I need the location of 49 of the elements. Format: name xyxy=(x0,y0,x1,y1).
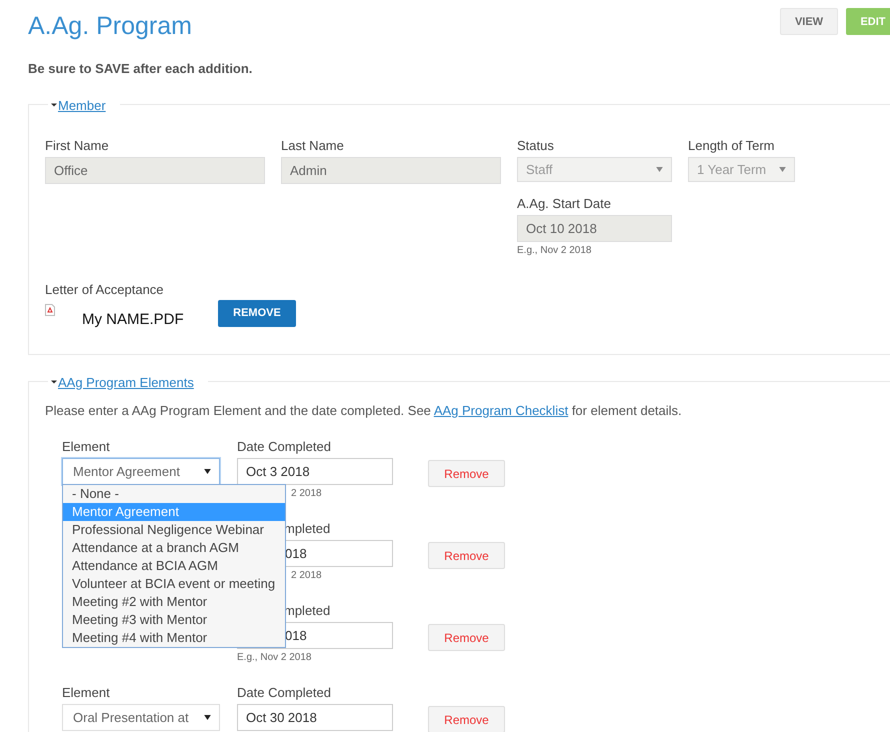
input-field[interactable]: Oct 10 2018 xyxy=(517,215,672,242)
input-field[interactable]: Office xyxy=(45,157,265,184)
pdf-file-icon xyxy=(45,304,55,316)
field-label: Length of Term xyxy=(688,138,776,153)
dropdown-caret-icon xyxy=(204,715,211,720)
file-name: My NAME.PDF xyxy=(82,311,185,328)
remove-button[interactable]: Remove xyxy=(428,460,505,487)
instruction-text: Please enter a AAg Program Element and the date completed. See xyxy=(45,403,432,418)
dropdown-caret-icon xyxy=(656,167,663,172)
instruction-text: for element details. xyxy=(570,403,682,418)
menu-option[interactable]: - None - xyxy=(63,485,285,503)
checklist-link[interactable]: AAg Program Checklist xyxy=(434,403,568,418)
collapse-caret-icon xyxy=(51,379,57,385)
date-field[interactable]: Oct 3 2018 xyxy=(237,458,393,485)
field-label: Date Completed xyxy=(237,685,332,700)
mode-button[interactable]: VIEW xyxy=(780,8,838,35)
select-field[interactable]: 1 Year Term xyxy=(688,157,795,182)
input-field[interactable]: Admin xyxy=(281,157,501,184)
select-field[interactable]: Oral Presentation at xyxy=(62,704,220,731)
section-toggle-link[interactable]: Member xyxy=(48,98,120,112)
select-field[interactable]: Staff xyxy=(517,157,672,182)
menu-option[interactable]: Professional Negligence Webinar xyxy=(63,521,285,539)
hint-text: E.g., Nov 2 2018 xyxy=(237,652,312,663)
field-label: Element xyxy=(62,439,111,454)
select-field[interactable]: Mentor Agreement xyxy=(62,458,220,485)
page-title: A.Ag. Program xyxy=(28,12,192,41)
remove-button[interactable]: Remove xyxy=(428,706,505,732)
field-label: Letter of Acceptance xyxy=(45,282,165,297)
hint-text: 2 2018 xyxy=(291,570,323,581)
date-field[interactable]: Oct 30 2018 xyxy=(237,704,393,731)
field-label: Date Completed xyxy=(237,439,332,454)
dropdown-caret-icon xyxy=(779,167,786,172)
remove-button[interactable]: Remove xyxy=(428,542,505,569)
menu-option[interactable]: Mentor Agreement xyxy=(63,503,285,521)
notice-text: Be sure to SAVE after each addition. xyxy=(28,61,254,76)
field-label: Element xyxy=(62,685,111,700)
menu-option[interactable]: Volunteer at BCIA event or meeting xyxy=(63,575,285,593)
hint-text: E.g., Nov 2 2018 xyxy=(517,245,592,256)
menu-option[interactable]: Meeting #2 with Mentor xyxy=(63,593,285,611)
remove-button[interactable]: REMOVE xyxy=(218,300,296,326)
field-label: First Name xyxy=(45,138,110,153)
collapse-caret-icon xyxy=(51,102,57,108)
remove-button[interactable]: Remove xyxy=(428,624,505,651)
hint-text: 2 2018 xyxy=(291,488,323,499)
dropdown-caret-icon xyxy=(204,469,211,474)
field-label: Last Name xyxy=(281,138,345,153)
section-toggle-link[interactable]: AAg Program Elements xyxy=(48,374,208,390)
field-label: A.Ag. Start Date xyxy=(517,196,612,211)
field-label: Status xyxy=(517,138,555,153)
